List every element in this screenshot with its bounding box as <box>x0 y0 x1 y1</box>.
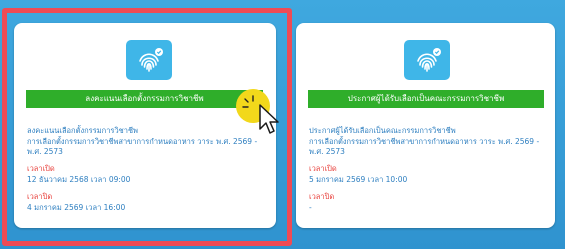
vote-election-card[interactable]: ลงคะแนนเลือกตั้งกรรมการวิชาชีพ ลงคะแนนเล… <box>14 23 276 228</box>
close-time-value: 4 มกราคม 2569 เวลา 16:00 <box>27 203 126 212</box>
open-time-label: เวลาเปิด <box>27 164 55 173</box>
fingerprint-icon <box>404 40 450 80</box>
open-time-value: 12 ธันวาคม 2568 เวลา 09:00 <box>27 175 131 184</box>
fingerprint-icon <box>126 40 172 80</box>
open-time-label: เวลาเปิด <box>309 164 337 173</box>
vote-button[interactable]: ลงคะแนนเลือกตั้งกรรมการวิชาชีพ <box>26 90 263 108</box>
card-subtitle: การเลือกตั้งกรรมการวิชาชีพสาขาการกำหนดอา… <box>27 137 258 156</box>
close-time-value: - <box>309 203 312 212</box>
open-time-value: 5 มกราคม 2569 เวลา 10:00 <box>309 175 408 184</box>
close-time-label: เวลาปิด <box>309 192 335 201</box>
announcement-button[interactable]: ประกาศผู้ได้รับเลือกเป็นคณะกรรมการวิชาชี… <box>308 90 544 108</box>
mouse-cursor-icon <box>259 104 279 134</box>
announcement-card[interactable]: ประกาศผู้ได้รับเลือกเป็นคณะกรรมการวิชาชี… <box>296 23 555 228</box>
close-time-label: เวลาปิด <box>27 192 53 201</box>
card-title: ลงคะแนนเลือกตั้งกรรมการวิชาชีพ <box>27 126 138 135</box>
card-title: ประกาศผู้ได้รับเลือกเป็นคณะกรรมการวิชาชี… <box>309 126 456 135</box>
card-subtitle: การเลือกตั้งกรรมการวิชาชีพสาขาการกำหนดอา… <box>309 137 540 156</box>
